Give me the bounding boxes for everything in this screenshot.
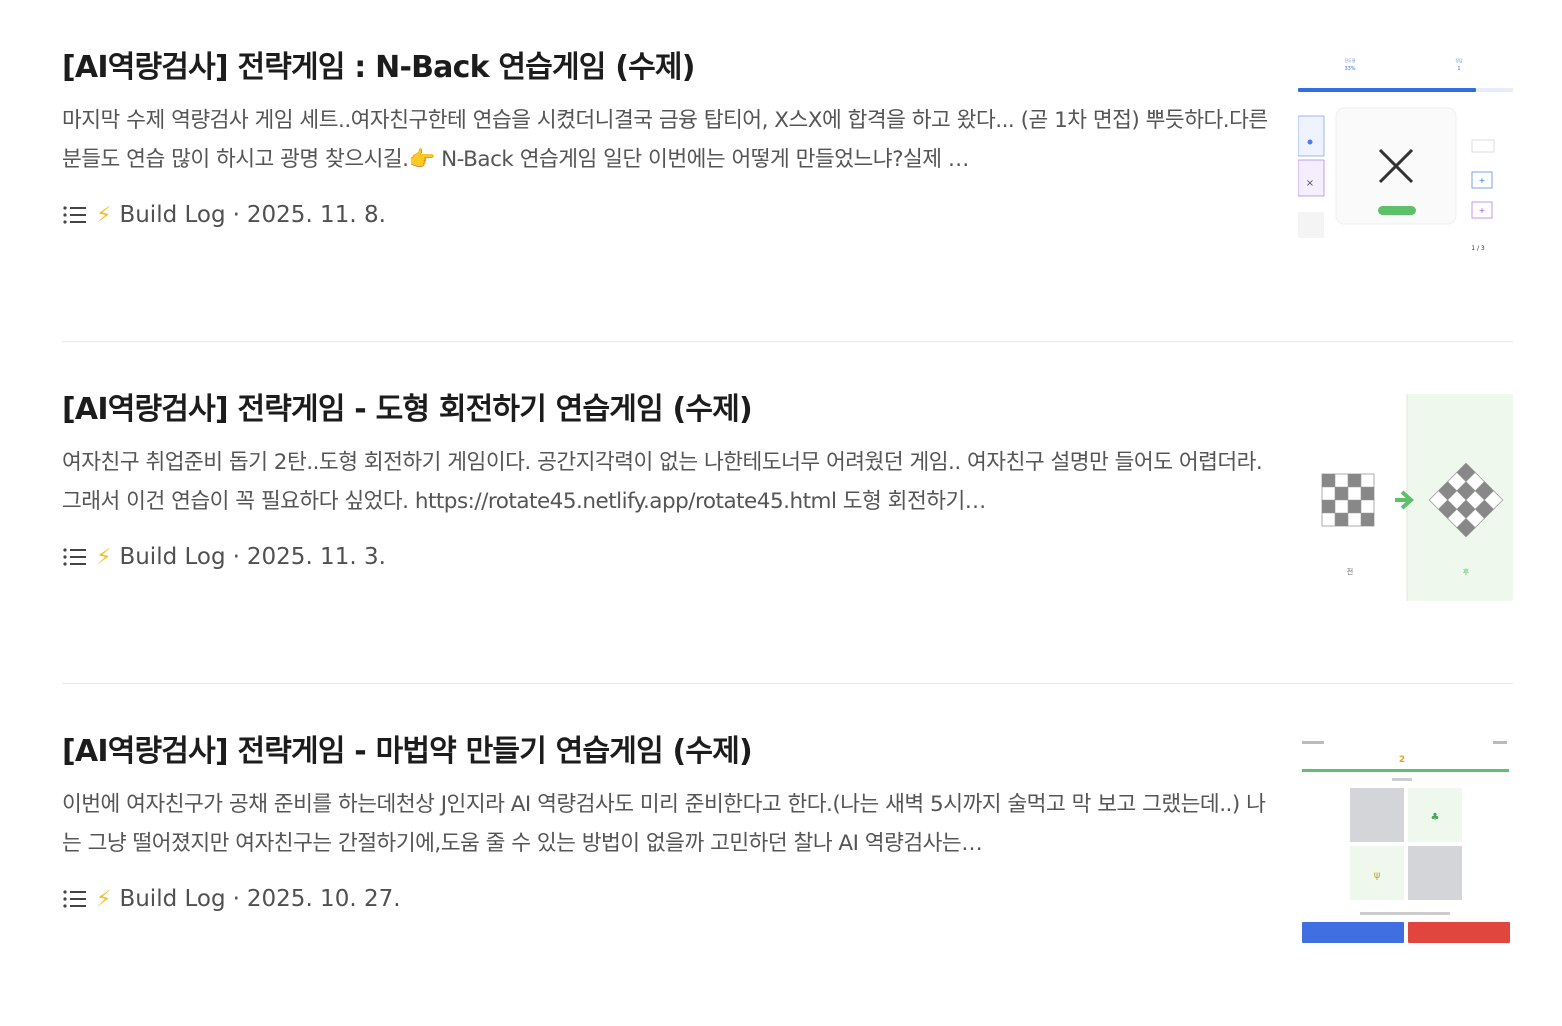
meta-separator: · [232, 544, 240, 570]
potion-game-screenshot: 2 ♣ ψ [1298, 736, 1513, 943]
post-meta: ⚡ Build Log · 2025. 10. 27. [62, 884, 1270, 914]
post-category[interactable]: Build Log [119, 886, 225, 912]
after-label: 후 [1463, 568, 1470, 576]
post-text: [AI역량검사] 전략게임 - 도형 회전하기 연습게임 (수제) 여자친구 취… [62, 390, 1270, 572]
meta-separator: · [232, 886, 240, 912]
list-icon [63, 548, 86, 566]
post-thumbnail[interactable]: 진도율 33% 정답 1 × + + 1 / 3 [1298, 52, 1513, 259]
progress-value: 33% [1344, 66, 1355, 72]
nback-game-screenshot: 진도율 33% 정답 1 × + + 1 / 3 [1298, 52, 1513, 259]
svg-text:+: + [1479, 176, 1486, 185]
list-icon [63, 206, 86, 224]
rotate-game-screenshot: 전 후 [1298, 394, 1513, 601]
post-text: [AI역량검사] 전략게임 - 마법약 만들기 연습게임 (수제) 이번에 여자… [62, 732, 1270, 914]
post-thumbnail[interactable]: 전 후 [1298, 394, 1513, 601]
post-text: [AI역량검사] 전략게임 : N-Back 연습게임 (수제) 마지막 수제 … [62, 48, 1270, 230]
post-title[interactable]: [AI역량검사] 전략게임 : N-Back 연습게임 (수제) [62, 48, 1270, 88]
post-excerpt[interactable]: 여자친구 취업준비 돕기 2탄..도형 회전하기 게임이다. 공간지각력이 없는… [62, 444, 1270, 521]
svg-text:×: × [1306, 178, 1314, 189]
svg-text:ψ: ψ [1374, 870, 1381, 881]
progress-label: 진도율 [1344, 57, 1355, 63]
post-title[interactable]: [AI역량검사] 전략게임 - 도형 회전하기 연습게임 (수제) [62, 390, 1270, 430]
lightning-icon: ⚡ [96, 202, 112, 228]
shape-before [1321, 473, 1375, 527]
list-icon [63, 890, 86, 908]
svg-text:♣: ♣ [1431, 812, 1440, 823]
post-list: [AI역량검사] 전략게임 : N-Back 연습게임 (수제) 마지막 수제 … [62, 0, 1513, 1026]
post-item[interactable]: [AI역량검사] 전략게임 - 마법약 만들기 연습게임 (수제) 이번에 여자… [62, 684, 1513, 1026]
post-category[interactable]: Build Log [119, 202, 225, 228]
post-item[interactable]: [AI역량검사] 전략게임 : N-Back 연습게임 (수제) 마지막 수제 … [62, 0, 1513, 342]
post-excerpt[interactable]: 이번에 여자친구가 공채 준비를 하는데천상 J인지라 AI 역량검사도 미리 … [62, 786, 1270, 863]
post-title[interactable]: [AI역량검사] 전략게임 - 마법약 만들기 연습게임 (수제) [62, 732, 1270, 772]
post-excerpt[interactable]: 마지막 수제 역량검사 게임 세트..여자친구한테 연습을 시켰더니결국 금융 … [62, 102, 1270, 179]
before-label: 전 [1347, 567, 1353, 576]
meta-separator: · [232, 202, 240, 228]
lightning-icon: ⚡ [96, 544, 112, 570]
svg-text:+: + [1479, 206, 1486, 215]
post-item[interactable]: [AI역량검사] 전략게임 - 도형 회전하기 연습게임 (수제) 여자친구 취… [62, 342, 1513, 684]
post-meta: ⚡ Build Log · 2025. 11. 3. [62, 542, 1270, 572]
count-value: 1 [1457, 66, 1460, 72]
count-label: 정답 [1455, 57, 1463, 63]
score-text: 1 / 3 [1471, 245, 1485, 252]
post-thumbnail[interactable]: 2 ♣ ψ [1298, 736, 1513, 943]
lightning-icon: ⚡ [96, 886, 112, 912]
round-number: 2 [1399, 755, 1405, 765]
post-meta: ⚡ Build Log · 2025. 11. 8. [62, 200, 1270, 230]
post-date: 2025. 11. 8. [246, 202, 386, 228]
post-category[interactable]: Build Log [119, 544, 225, 570]
post-date: 2025. 11. 3. [246, 544, 386, 570]
post-date: 2025. 10. 27. [246, 886, 401, 912]
